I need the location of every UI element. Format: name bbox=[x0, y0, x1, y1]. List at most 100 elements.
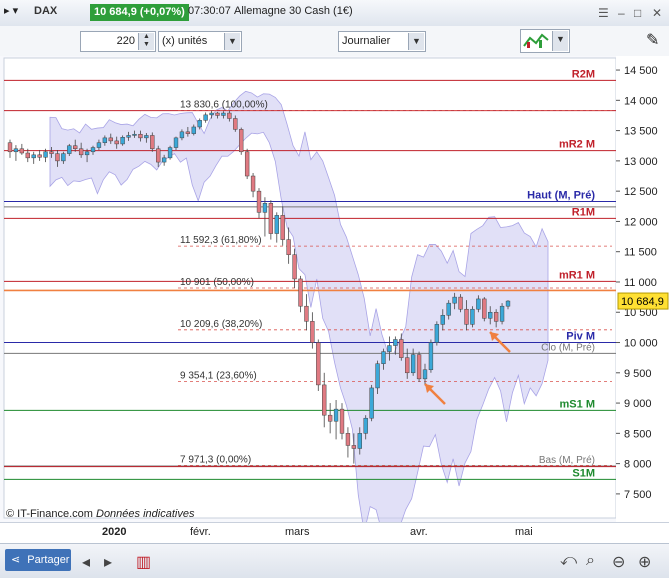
timeframe-select[interactable]: Journalier ▼ bbox=[338, 31, 426, 52]
price-tick-label: 8 500 bbox=[624, 428, 652, 440]
candle-body bbox=[239, 129, 244, 153]
share-button[interactable]: ⋖ Partager bbox=[5, 549, 71, 571]
menu-icon[interactable]: ☰ bbox=[598, 6, 609, 20]
price-tick-label: 14 000 bbox=[624, 95, 658, 107]
time-label-mar: mars bbox=[285, 526, 310, 538]
candle-body bbox=[470, 308, 475, 325]
candle-body bbox=[339, 408, 345, 434]
minimize-icon[interactable]: – bbox=[618, 6, 625, 20]
candle-style-icon[interactable]: ▥ bbox=[136, 552, 151, 572]
candle-body bbox=[31, 154, 36, 159]
units-label: (x) unités bbox=[162, 35, 208, 47]
data-note: Données indicatives bbox=[96, 508, 195, 520]
price-tick-label: 9 000 bbox=[624, 398, 652, 410]
zoom-out-icon[interactable]: ⊖ bbox=[612, 552, 625, 572]
units-select[interactable]: (x) unités ▼ bbox=[158, 31, 242, 52]
candle-body bbox=[161, 157, 167, 163]
candle-body bbox=[322, 384, 327, 416]
candle-body bbox=[286, 239, 291, 255]
candle-body bbox=[327, 414, 333, 422]
fibo-label: 10 209,6 (38,20%) bbox=[180, 319, 262, 330]
candle-body bbox=[381, 351, 386, 364]
share-icon: ⋖ bbox=[11, 554, 21, 566]
candle-body bbox=[488, 311, 493, 319]
price-tick-label: 7 500 bbox=[624, 489, 652, 501]
fibo-label: 11 592,3 (61,80%) bbox=[180, 235, 262, 246]
candle-body bbox=[227, 112, 232, 119]
candle-body bbox=[375, 363, 380, 389]
undo-icon[interactable]: ⤺ bbox=[560, 552, 577, 570]
candle-body bbox=[108, 137, 113, 142]
candle-body bbox=[399, 339, 404, 358]
candle-body bbox=[126, 135, 131, 138]
candle-body bbox=[357, 433, 362, 449]
zoom-area-icon[interactable]: ⌕ bbox=[586, 552, 595, 570]
current-price-label: 10 684,9 bbox=[621, 296, 664, 308]
chart-toolbar: 220 ▲ ▼ (x) unités ▼ Journalier ▼ ▼ ✎ bbox=[0, 26, 669, 57]
drawing-tools-icon[interactable]: ✎ bbox=[646, 30, 659, 50]
candle-body bbox=[262, 203, 268, 213]
candle-body bbox=[280, 215, 285, 240]
candle-body bbox=[458, 296, 463, 310]
price-tick-label: 13 500 bbox=[624, 126, 658, 138]
candle-body bbox=[185, 131, 191, 134]
candle-body bbox=[345, 433, 351, 446]
chart-type-button[interactable]: ▼ bbox=[520, 29, 570, 53]
chevron-down-icon[interactable]: ▼ bbox=[552, 31, 568, 51]
candle-body bbox=[49, 151, 54, 154]
candle-body bbox=[13, 148, 19, 153]
candle-body bbox=[150, 135, 155, 150]
candle-body bbox=[203, 114, 208, 121]
level-label: R2M bbox=[572, 68, 595, 80]
zoom-in-icon[interactable]: ⊕ bbox=[638, 552, 651, 572]
level-label: mR2 M bbox=[559, 139, 595, 151]
candle-body bbox=[274, 215, 279, 234]
candle-body bbox=[55, 153, 60, 162]
fibo-label: 7 971,3 (0,00%) bbox=[180, 454, 251, 465]
candle-body bbox=[351, 445, 357, 449]
candle-body bbox=[333, 408, 339, 422]
quantity-value: 220 bbox=[116, 35, 135, 47]
previous-icon[interactable]: ◂ bbox=[82, 552, 90, 572]
candle-body bbox=[132, 133, 137, 136]
time-label-2020: 2020 bbox=[102, 526, 127, 538]
next-icon[interactable]: ▸ bbox=[104, 552, 112, 572]
candle-body bbox=[19, 148, 25, 154]
price-tick-label: 12 000 bbox=[624, 216, 658, 228]
fibo-label: 9 354,1 (23,60%) bbox=[180, 371, 257, 382]
quote-badge: 10 684,9 (+0,07%) bbox=[90, 4, 189, 21]
candle-body bbox=[102, 137, 108, 143]
candle-body bbox=[244, 151, 250, 177]
chart-style-icon bbox=[523, 33, 549, 48]
price-tick-label: 11 500 bbox=[624, 247, 657, 259]
candle-body bbox=[387, 345, 392, 352]
candle-body bbox=[7, 142, 13, 153]
level-label: mS1 M bbox=[560, 398, 595, 410]
time-label-may: mai bbox=[515, 526, 533, 538]
maximize-icon[interactable]: □ bbox=[634, 6, 641, 20]
candle-body bbox=[250, 175, 256, 192]
chart-svg[interactable]: R2M mR2 M Haut (M, Pré) R1M mR1 M Piv MClo (M… bbox=[0, 56, 669, 545]
price-chart[interactable]: R2M mR2 M Haut (M, Pré) R1M mR1 M Piv M Clo (M… bbox=[0, 56, 669, 545]
candle-body bbox=[84, 151, 90, 156]
stepper-arrows-icon[interactable]: ▲ ▼ bbox=[138, 33, 154, 50]
menu-caret-icon[interactable]: ▸ ▾ bbox=[4, 4, 18, 17]
candle-body bbox=[310, 321, 315, 343]
level-label: Bas (M, Pré) bbox=[539, 455, 595, 466]
candle-body bbox=[191, 126, 196, 134]
chevron-down-icon[interactable]: ▼ bbox=[408, 33, 424, 50]
share-label: Partager bbox=[27, 554, 70, 566]
price-tick-label: 11 000 bbox=[624, 277, 657, 289]
chevron-down-icon[interactable]: ▼ bbox=[224, 33, 240, 50]
quantity-stepper[interactable]: 220 ▲ ▼ bbox=[80, 31, 156, 52]
quote-time: 07:30:07 bbox=[188, 5, 231, 17]
candle-body bbox=[393, 339, 398, 346]
fibo-label: 10 901 (50,00%) bbox=[180, 277, 254, 288]
candle-body bbox=[446, 302, 451, 316]
candle-body bbox=[298, 278, 303, 307]
candle-body bbox=[73, 145, 78, 150]
instrument-label: DAX bbox=[34, 5, 58, 17]
level-label: S1M bbox=[572, 467, 595, 479]
candle-body bbox=[233, 118, 238, 130]
close-icon[interactable]: ✕ bbox=[652, 6, 662, 20]
